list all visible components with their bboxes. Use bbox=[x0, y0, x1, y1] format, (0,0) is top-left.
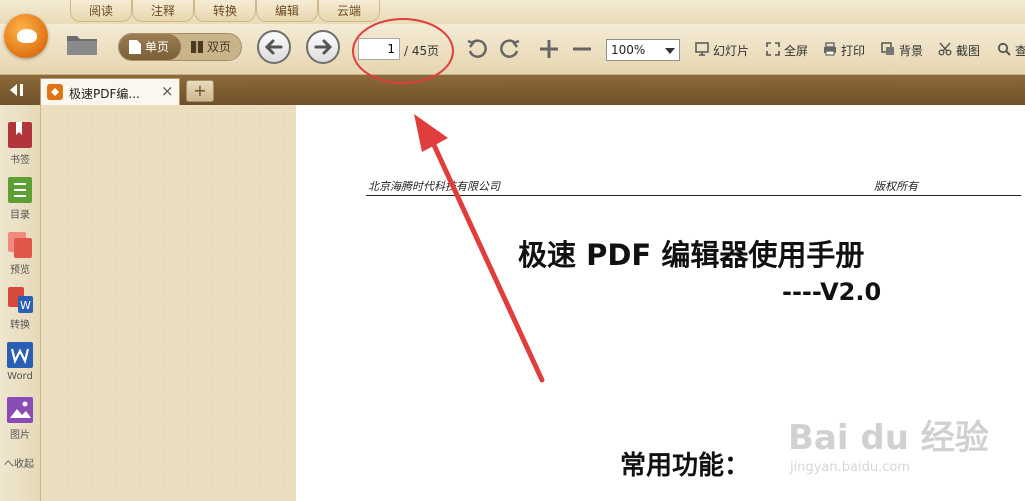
annotation-arrow-icon bbox=[414, 114, 545, 383]
image-icon bbox=[7, 397, 33, 423]
document-tab-label: 极速PDF编... bbox=[69, 87, 140, 101]
close-tab-icon[interactable]: × bbox=[161, 82, 174, 100]
zoom-out-icon[interactable] bbox=[571, 38, 593, 60]
slideshow-icon bbox=[695, 42, 709, 56]
fullscreen-button[interactable]: 全屏 bbox=[766, 42, 808, 59]
prev-page-button[interactable] bbox=[257, 30, 291, 64]
background-icon bbox=[881, 42, 894, 55]
sidebar-label-bookmarks: 书签 bbox=[10, 155, 30, 166]
baidu-watermark: Bai du 经验 jingyan.baidu.com bbox=[788, 390, 1018, 485]
menu-tab-annotate[interactable]: 注释 bbox=[132, 0, 194, 22]
sidebar-label-convert: 转换 bbox=[10, 320, 30, 331]
pdf-to-word-icon: W bbox=[8, 287, 33, 313]
word-icon bbox=[7, 342, 33, 368]
watermark-url: jingyan.baidu.com bbox=[790, 460, 910, 475]
menu-bar: 阅读 注释 转换 编辑 云端 bbox=[0, 0, 1025, 24]
page-view-toggle: 单页 双页 bbox=[118, 33, 242, 61]
background-button[interactable]: 背景 bbox=[881, 42, 923, 59]
sidebar-label-preview: 预览 bbox=[10, 265, 30, 276]
zoom-in-icon[interactable] bbox=[538, 38, 560, 60]
double-page-icon bbox=[191, 41, 203, 53]
menu-tab-read[interactable]: 阅读 bbox=[70, 0, 132, 22]
menu-tab-convert[interactable]: 转换 bbox=[194, 0, 256, 22]
sidebar-label-toc: 目录 bbox=[10, 210, 30, 221]
single-page-icon bbox=[129, 40, 141, 54]
new-tab-button[interactable]: + bbox=[186, 80, 214, 102]
svg-text:W: W bbox=[20, 299, 31, 312]
document-title: 极速 PDF 编辑器使用手册 bbox=[518, 238, 865, 272]
annotation-ellipse bbox=[352, 18, 454, 84]
search-icon bbox=[997, 42, 1011, 56]
rotate-right-icon[interactable] bbox=[498, 37, 522, 61]
document-tab[interactable]: 极速PDF编... × bbox=[40, 78, 180, 105]
menu-tab-edit[interactable]: 编辑 bbox=[256, 0, 318, 22]
arrow-right-icon bbox=[314, 39, 333, 55]
preview-icon bbox=[8, 232, 32, 258]
arrow-left-icon bbox=[264, 39, 283, 55]
page-header-copyright: 版权所有 bbox=[874, 180, 918, 193]
zoom-value: 100% bbox=[611, 43, 646, 57]
section-heading: 常用功能： bbox=[620, 451, 751, 481]
bookmark-icon bbox=[8, 122, 32, 148]
side-panel bbox=[41, 105, 296, 501]
slideshow-button[interactable]: 幻灯片 bbox=[695, 42, 749, 59]
search-button[interactable]: 查 bbox=[997, 42, 1025, 59]
watermark-logo: Bai du 经验 bbox=[788, 418, 989, 458]
open-folder-icon[interactable] bbox=[66, 32, 98, 56]
screenshot-button[interactable]: 截图 bbox=[938, 42, 980, 59]
fullscreen-icon bbox=[766, 42, 780, 56]
double-page-label: 双页 bbox=[207, 40, 232, 54]
next-page-button[interactable] bbox=[306, 30, 340, 64]
rotate-left-icon[interactable] bbox=[465, 37, 489, 61]
collapse-sidebar-icon[interactable] bbox=[8, 83, 26, 97]
app-logo-icon[interactable] bbox=[4, 14, 48, 58]
sidebar-collapse-button[interactable]: へ收起 bbox=[4, 455, 34, 470]
document-version: ----V2.0 bbox=[782, 278, 882, 306]
sidebar-label-image: 图片 bbox=[10, 430, 30, 441]
left-sidebar: 书签 目录 预览 W 转换 Word 图片 へ收起 bbox=[0, 105, 41, 501]
menu-tab-cloud[interactable]: 云端 bbox=[318, 0, 380, 22]
double-page-button[interactable]: 双页 bbox=[181, 34, 241, 60]
print-button[interactable]: 打印 bbox=[823, 42, 865, 59]
toc-icon bbox=[8, 177, 32, 203]
chevron-down-icon bbox=[665, 48, 675, 54]
pdf-app-icon bbox=[47, 84, 63, 100]
zoom-select[interactable]: 100% bbox=[606, 39, 680, 61]
printer-icon bbox=[824, 42, 836, 56]
single-page-label: 单页 bbox=[145, 40, 170, 54]
sidebar-label-word: Word bbox=[7, 371, 33, 382]
single-page-button[interactable]: 单页 bbox=[119, 34, 181, 60]
scissors-icon bbox=[938, 42, 952, 56]
